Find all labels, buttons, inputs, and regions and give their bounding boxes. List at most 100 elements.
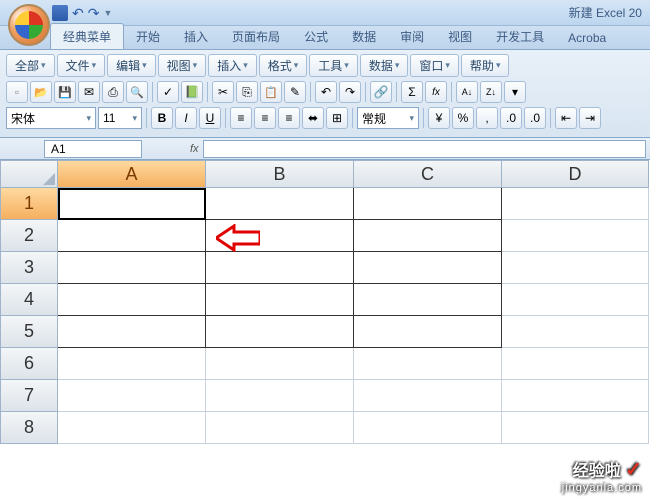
cell-B6[interactable]: [206, 348, 354, 380]
research-icon[interactable]: 📗: [181, 81, 203, 103]
percent-icon[interactable]: %: [452, 107, 474, 129]
print-icon[interactable]: [102, 81, 124, 103]
cell-D7[interactable]: [502, 380, 649, 412]
cell-B4[interactable]: [206, 284, 354, 316]
tab-classic-menu[interactable]: 经典菜单: [50, 23, 124, 49]
select-all-corner[interactable]: [0, 160, 58, 188]
font-name-select[interactable]: 宋体▾: [6, 107, 96, 129]
cell-D4[interactable]: [502, 284, 649, 316]
copy-icon[interactable]: [236, 81, 258, 103]
column-header-b[interactable]: B: [206, 160, 354, 188]
tab-insert[interactable]: 插入: [172, 24, 220, 49]
cell-A6[interactable]: [58, 348, 206, 380]
cell-A5[interactable]: [58, 316, 206, 348]
filter-icon[interactable]: ▾: [504, 81, 526, 103]
redo-icon[interactable]: [339, 81, 361, 103]
row-header-7[interactable]: 7: [0, 380, 58, 412]
cell-C5[interactable]: [354, 316, 502, 348]
autosum-icon[interactable]: [401, 81, 423, 103]
sort-asc-icon[interactable]: [456, 81, 478, 103]
print-preview-icon[interactable]: [126, 81, 148, 103]
menu-format[interactable]: 格式▾: [259, 54, 308, 77]
cut-icon[interactable]: [212, 81, 234, 103]
cell-A4[interactable]: [58, 284, 206, 316]
align-center-icon[interactable]: ≡: [254, 107, 276, 129]
column-header-a[interactable]: A: [58, 160, 206, 188]
bold-button[interactable]: B: [151, 107, 173, 129]
menu-file[interactable]: 文件▾: [57, 54, 106, 77]
row-header-1[interactable]: 1: [0, 188, 58, 220]
save-icon[interactable]: [54, 81, 76, 103]
cell-C1[interactable]: [354, 188, 502, 220]
cell-C4[interactable]: [354, 284, 502, 316]
cell-A3[interactable]: [58, 252, 206, 284]
name-box[interactable]: A1: [44, 140, 142, 158]
undo-icon[interactable]: [315, 81, 337, 103]
sort-desc-icon[interactable]: [480, 81, 502, 103]
office-button[interactable]: [8, 4, 50, 46]
cell-D5[interactable]: [502, 316, 649, 348]
tab-developer[interactable]: 开发工具: [484, 24, 556, 49]
menu-edit[interactable]: 编辑▾: [107, 54, 156, 77]
cell-B5[interactable]: [206, 316, 354, 348]
cell-B7[interactable]: [206, 380, 354, 412]
tab-acrobat[interactable]: Acroba: [556, 27, 618, 49]
open-icon[interactable]: [30, 81, 52, 103]
cell-C3[interactable]: [354, 252, 502, 284]
increase-decimal-icon[interactable]: .0: [500, 107, 522, 129]
row-header-3[interactable]: 3: [0, 252, 58, 284]
cell-C6[interactable]: [354, 348, 502, 380]
merge-center-icon[interactable]: ⊞: [326, 107, 348, 129]
cell-D8[interactable]: [502, 412, 649, 444]
menu-help[interactable]: 帮助▾: [461, 54, 510, 77]
menu-window[interactable]: 窗口▾: [410, 54, 459, 77]
mail-icon[interactable]: [78, 81, 100, 103]
qat-dropdown-icon[interactable]: ▼: [103, 8, 112, 18]
font-size-select[interactable]: 11▾: [98, 107, 142, 129]
save-icon[interactable]: [52, 5, 68, 21]
format-painter-icon[interactable]: [284, 81, 306, 103]
row-header-2[interactable]: 2: [0, 220, 58, 252]
menu-tools[interactable]: 工具▾: [309, 54, 358, 77]
italic-button[interactable]: I: [175, 107, 197, 129]
insert-function-icon[interactable]: [425, 81, 447, 103]
comma-icon[interactable]: ,: [476, 107, 498, 129]
row-header-4[interactable]: 4: [0, 284, 58, 316]
row-header-6[interactable]: 6: [0, 348, 58, 380]
menu-all[interactable]: 全部▾: [6, 54, 55, 77]
redo-icon[interactable]: ↷: [88, 6, 100, 20]
tab-view[interactable]: 视图: [436, 24, 484, 49]
undo-icon[interactable]: ↶: [72, 6, 84, 20]
cell-B3[interactable]: [206, 252, 354, 284]
row-header-8[interactable]: 8: [0, 412, 58, 444]
cell-A1[interactable]: [58, 188, 206, 220]
column-header-c[interactable]: C: [354, 160, 502, 188]
cell-B1[interactable]: [206, 188, 354, 220]
cell-D2[interactable]: [502, 220, 649, 252]
align-left-icon[interactable]: ≡: [230, 107, 252, 129]
hyperlink-icon[interactable]: 🔗: [370, 81, 392, 103]
new-icon[interactable]: [6, 81, 28, 103]
decrease-decimal-icon[interactable]: .0: [524, 107, 546, 129]
cell-D3[interactable]: [502, 252, 649, 284]
tab-home[interactable]: 开始: [124, 24, 172, 49]
paste-icon[interactable]: [260, 81, 282, 103]
increase-indent-icon[interactable]: ⇥: [579, 107, 601, 129]
align-right-icon[interactable]: ≡: [278, 107, 300, 129]
row-header-5[interactable]: 5: [0, 316, 58, 348]
cell-A8[interactable]: [58, 412, 206, 444]
cell-D6[interactable]: [502, 348, 649, 380]
formula-bar[interactable]: [203, 140, 646, 158]
spell-icon[interactable]: ✓: [157, 81, 179, 103]
cell-D1[interactable]: [502, 188, 649, 220]
menu-data[interactable]: 数据▾: [360, 54, 409, 77]
menu-view[interactable]: 视图▾: [158, 54, 207, 77]
fx-icon[interactable]: fx: [190, 143, 199, 155]
cell-A2[interactable]: [58, 220, 206, 252]
cell-B8[interactable]: [206, 412, 354, 444]
underline-button[interactable]: U: [199, 107, 221, 129]
tab-data[interactable]: 数据: [340, 24, 388, 49]
cell-C7[interactable]: [354, 380, 502, 412]
menu-insert[interactable]: 插入▾: [208, 54, 257, 77]
decrease-indent-icon[interactable]: ⇤: [555, 107, 577, 129]
